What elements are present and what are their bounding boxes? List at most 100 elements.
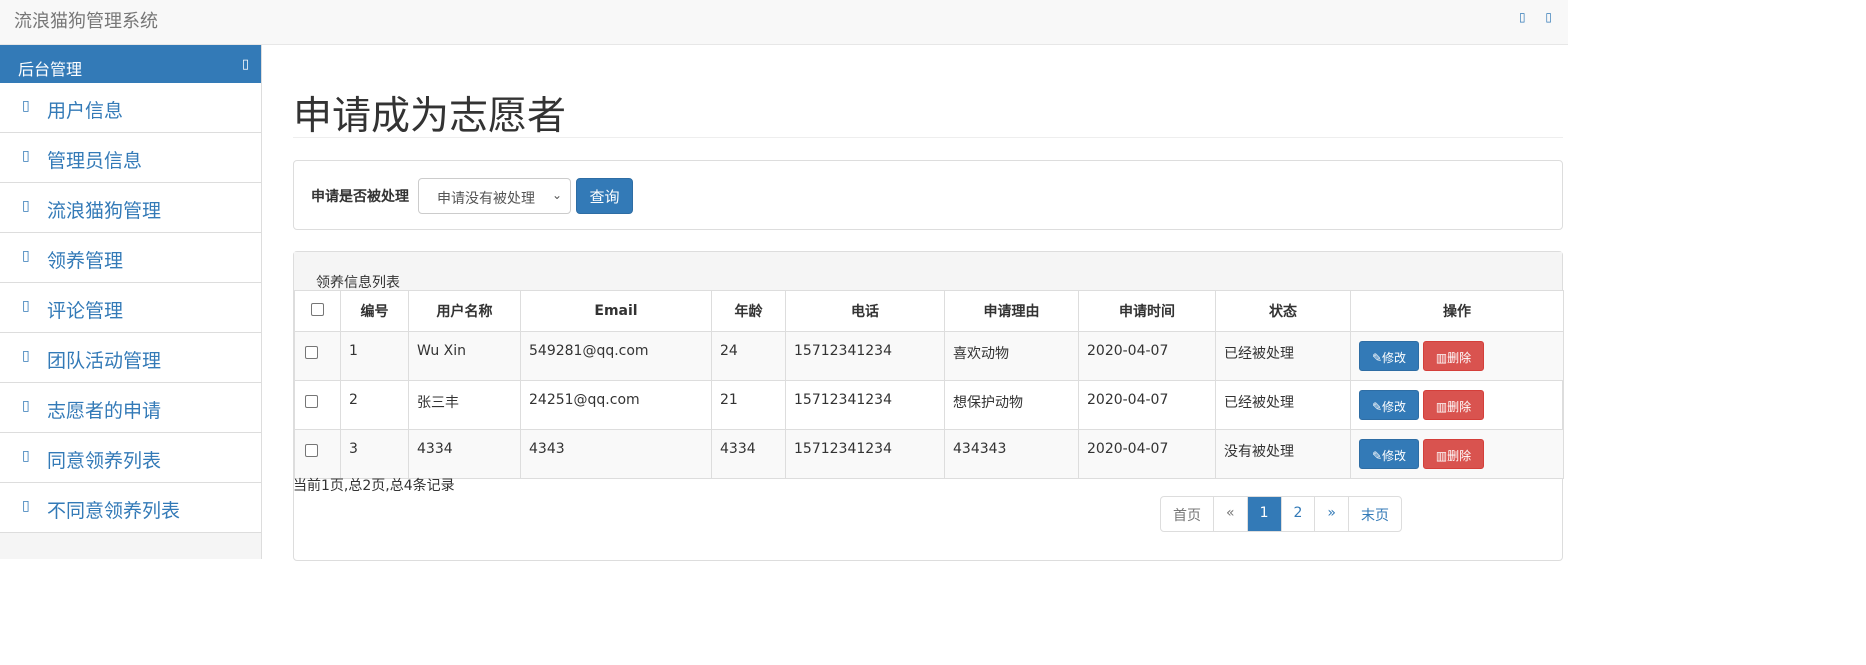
edit-label: 修改 [1382, 449, 1407, 463]
sidebar-item-adoption[interactable]: ▯ 领养管理 [0, 233, 261, 283]
cell-status: 已经被处理 [1215, 331, 1351, 381]
pet-icon: ▯ [22, 198, 30, 214]
cell-reason: 喜欢动物 [944, 331, 1079, 381]
cell-phone: 15712341234 [785, 331, 945, 381]
sidebar-header[interactable]: 后台管理 ▯ [0, 45, 261, 83]
row-select-cell [294, 429, 341, 479]
panel-heading: 领养信息列表 [294, 252, 1562, 291]
sidebar-item-label: 用户信息 [47, 100, 124, 122]
sidebar-item-volunteer-apply[interactable]: ▯ 志愿者的申请 [0, 383, 261, 433]
edit-button[interactable]: ✎修改 [1359, 390, 1419, 420]
edit-label: 修改 [1382, 351, 1407, 365]
status-select-value: 申请没有被处理 [437, 191, 535, 207]
cell-status: 已经被处理 [1215, 380, 1351, 430]
volunteer-icon: ▯ [22, 398, 30, 414]
top-icons[interactable]: ▯ ▯ [1519, 10, 1560, 24]
edit-label: 修改 [1382, 400, 1407, 414]
top-navbar: 流浪猫狗管理系统 ▯ ▯ [0, 0, 1568, 45]
panel-title: 领养信息列表 [316, 275, 400, 291]
sidebar-item-admin-info[interactable]: ▯ 管理员信息 [0, 133, 261, 183]
adoption-icon: ▯ [22, 248, 30, 264]
status-select[interactable]: 申请没有被处理 ⌄ [418, 178, 571, 214]
table-row: 3 4334 4343 4334 15712341234 434343 2020… [294, 429, 1564, 479]
cell-date: 2020-04-07 [1078, 429, 1216, 479]
app-title[interactable]: 流浪猫狗管理系统 [14, 7, 158, 33]
cell-status: 没有被处理 [1215, 429, 1351, 479]
cell-actions: ✎修改 ▥删除 [1350, 380, 1564, 430]
column-header: 用户名称 [408, 290, 521, 332]
sidebar: 后台管理 ▯ ▯ 用户信息 ▯ 管理员信息 ▯ 流浪猫狗管理 ▯ 领养管理 ▯ 评论管理 … [0, 45, 262, 559]
table-row: 2 张三丰 24251@qq.com 21 15712341234 想保护动物 … [294, 380, 1564, 430]
cell-date: 2020-04-07 [1078, 331, 1216, 381]
delete-button[interactable]: ▥删除 [1423, 390, 1484, 420]
sidebar-item-approved-adoption[interactable]: ▯ 同意领养列表 [0, 433, 261, 483]
query-button[interactable]: 查询 [576, 178, 633, 214]
cell-email: 4343 [520, 429, 712, 479]
page-first[interactable]: 首页 [1161, 497, 1214, 531]
column-header: Email [520, 290, 712, 332]
column-header: 编号 [340, 290, 409, 332]
user-icon: ▯ [22, 98, 30, 114]
sidebar-item-label: 流浪猫狗管理 [47, 200, 162, 222]
page-last[interactable]: 末页 [1349, 497, 1401, 531]
page-prev[interactable]: « [1214, 497, 1248, 531]
cell-age: 24 [711, 331, 786, 381]
select-all-checkbox[interactable] [311, 302, 324, 316]
cell-actions: ✎修改 ▥删除 [1350, 331, 1564, 381]
column-header: 状态 [1215, 290, 1351, 332]
sidebar-item-label: 团队活动管理 [47, 350, 162, 372]
column-header: 电话 [785, 290, 945, 332]
table-header-row: 编号 用户名称 Email 年龄 电话 申请理由 申请时间 状态 操作 [294, 290, 1564, 332]
sidebar-item-label: 管理员信息 [47, 150, 143, 172]
pagination: 首页 « 1 2 » 末页 [1160, 496, 1402, 532]
sidebar-item-rejected-adoption[interactable]: ▯ 不同意领养列表 [0, 483, 261, 533]
row-checkbox[interactable] [305, 346, 318, 359]
pencil-icon: ✎ [1371, 400, 1383, 414]
chevron-down-icon: ⌄ [551, 188, 562, 202]
delete-label: 删除 [1447, 400, 1472, 414]
page-next[interactable]: » [1315, 497, 1349, 531]
cell-reason: 434343 [944, 429, 1079, 479]
cell-email: 549281@qq.com [520, 331, 712, 381]
cell-id: 3 [340, 429, 409, 479]
delete-button[interactable]: ▥删除 [1423, 439, 1484, 469]
table-row: 1 Wu Xin 549281@qq.com 24 15712341234 喜欢… [294, 331, 1564, 381]
trash-icon: ▥ [1435, 351, 1448, 365]
cell-id: 2 [340, 380, 409, 430]
column-header: 申请理由 [944, 290, 1079, 332]
filter-panel: 申请是否被处理 申请没有被处理 ⌄ 查询 [293, 160, 1563, 230]
cell-age: 4334 [711, 429, 786, 479]
row-checkbox[interactable] [305, 395, 318, 408]
trash-icon: ▥ [1435, 449, 1448, 463]
collapse-icon[interactable]: ▯ [242, 57, 249, 72]
delete-button[interactable]: ▥删除 [1423, 341, 1484, 371]
comment-icon: ▯ [22, 298, 30, 314]
edit-button[interactable]: ✎修改 [1359, 439, 1419, 469]
sidebar-item-label: 评论管理 [47, 300, 124, 322]
approve-icon: ▯ [22, 448, 30, 464]
sidebar-item-comments[interactable]: ▯ 评论管理 [0, 283, 261, 333]
edit-button[interactable]: ✎修改 [1359, 341, 1419, 371]
sidebar-item-label: 不同意领养列表 [47, 500, 181, 522]
cell-email: 24251@qq.com [520, 380, 712, 430]
cell-phone: 15712341234 [785, 429, 945, 479]
pencil-icon: ✎ [1371, 449, 1383, 463]
filter-label: 申请是否被处理 [311, 189, 409, 205]
trash-icon: ▥ [1435, 400, 1448, 414]
sidebar-item-team-activity[interactable]: ▯ 团队活动管理 [0, 333, 261, 383]
column-header: 申请时间 [1078, 290, 1216, 332]
page-2[interactable]: 2 [1282, 497, 1316, 531]
cell-reason: 想保护动物 [944, 380, 1079, 430]
pencil-icon: ✎ [1371, 351, 1383, 365]
application-table: 编号 用户名称 Email 年龄 电话 申请理由 申请时间 状态 操作 1 Wu… [294, 290, 1564, 479]
row-checkbox[interactable] [305, 444, 318, 457]
sidebar-item-label: 志愿者的申请 [47, 400, 162, 422]
sidebar-item-stray-pets[interactable]: ▯ 流浪猫狗管理 [0, 183, 261, 233]
page-1[interactable]: 1 [1247, 497, 1282, 531]
sidebar-item-user-info[interactable]: ▯ 用户信息 [0, 83, 261, 133]
cell-age: 21 [711, 380, 786, 430]
reject-icon: ▯ [22, 498, 30, 514]
cell-date: 2020-04-07 [1078, 380, 1216, 430]
delete-label: 删除 [1447, 351, 1472, 365]
row-select-cell [294, 331, 341, 381]
